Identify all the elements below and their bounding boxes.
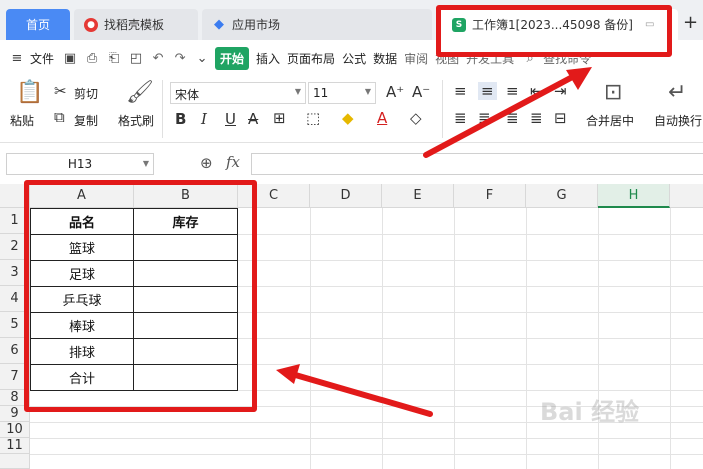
arrow-head-table <box>276 364 300 384</box>
watermark: Bai 经验 <box>540 398 640 426</box>
arrow-line-tab <box>423 71 581 158</box>
arrow-line-table <box>289 371 433 417</box>
